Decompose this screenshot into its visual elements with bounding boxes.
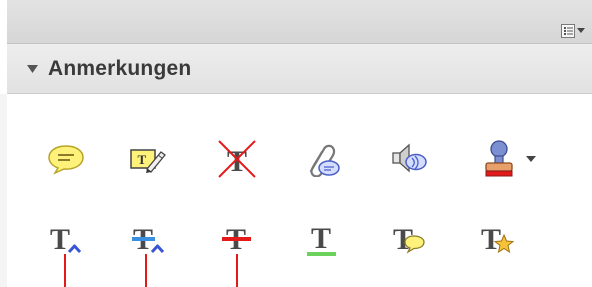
chevron-down-icon xyxy=(526,155,536,162)
sticky-note-button[interactable] xyxy=(43,136,89,182)
text-edit-icon: T xyxy=(130,149,166,173)
svg-text:T: T xyxy=(481,223,501,256)
attach-file-button[interactable] xyxy=(299,136,345,182)
strikethrough-text-icon: T xyxy=(222,223,251,256)
stamp-icon xyxy=(485,140,513,177)
sticky-note-icon xyxy=(48,145,84,175)
highlight-text-button[interactable]: T xyxy=(474,216,520,262)
left-edge-strip xyxy=(0,94,7,287)
highlight-text-icon: T xyxy=(481,223,515,256)
svg-text:T: T xyxy=(227,145,247,178)
svg-text:T: T xyxy=(50,223,70,256)
insert-text-icon: T xyxy=(50,223,82,256)
callout-line xyxy=(236,254,238,287)
list-options-icon xyxy=(561,24,575,38)
callout-line xyxy=(64,254,66,287)
underline-text-icon: T xyxy=(307,222,336,256)
panel-title: Anmerkungen xyxy=(48,56,192,80)
annotations-panel-header[interactable]: Anmerkungen xyxy=(7,44,592,94)
underline-text-button[interactable]: T xyxy=(299,216,345,262)
collapse-triangle-icon xyxy=(27,64,38,73)
replace-text-button[interactable]: T xyxy=(126,216,172,262)
strikeout-text-button[interactable]: T xyxy=(214,136,260,182)
text-edit-button[interactable]: T xyxy=(124,136,170,182)
panel-options-button[interactable] xyxy=(561,22,589,40)
record-audio-button[interactable] xyxy=(386,136,432,182)
svg-text:T: T xyxy=(311,222,331,255)
text-comment-icon: T xyxy=(393,223,425,256)
callout-line xyxy=(145,254,147,287)
text-comment-button[interactable]: T xyxy=(386,216,432,262)
record-audio-icon xyxy=(392,143,427,173)
replace-text-icon: T xyxy=(132,223,165,256)
attach-file-icon xyxy=(309,144,340,177)
stamp-button[interactable] xyxy=(474,136,544,182)
svg-text:T: T xyxy=(138,152,147,167)
strikeout-text-icon: T xyxy=(218,140,256,178)
insert-text-button[interactable]: T xyxy=(43,216,89,262)
chevron-down-icon xyxy=(577,28,585,33)
panel-toolbar xyxy=(7,0,592,44)
